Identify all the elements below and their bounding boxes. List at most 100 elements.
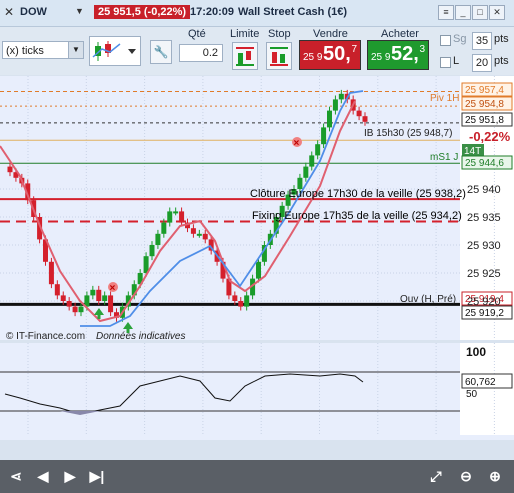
stop-order-button[interactable] <box>266 42 292 70</box>
chevron-down-icon[interactable]: ▼ <box>68 42 83 58</box>
price-tick-label: 25 925 <box>467 268 501 280</box>
sell-price-main: 50, <box>323 43 351 65</box>
sg-points-input[interactable]: 35 <box>472 32 492 50</box>
l-checkbox[interactable] <box>440 57 451 68</box>
close-icon[interactable]: ✕ <box>489 5 505 20</box>
qty-input[interactable]: 0.2 <box>179 44 223 62</box>
stop-label: Stop <box>268 28 291 40</box>
maximize-icon[interactable]: □ <box>472 5 488 20</box>
buy-price-last: 3 <box>419 44 425 55</box>
limit-order-icon <box>236 47 254 66</box>
sell-cross-glyph: × <box>294 138 300 149</box>
zoom-out-icon[interactable]: ⊖ <box>458 468 474 484</box>
indicator-value: 60,762 <box>465 377 496 388</box>
limit-order-button[interactable] <box>232 42 258 70</box>
l-points-input[interactable]: 20 <box>472 54 492 72</box>
candle-body <box>96 289 102 301</box>
sg-label: Sg <box>453 33 467 45</box>
timeframe-tag: 14T <box>464 146 481 157</box>
open-annotation: Ouv (H, Pré) <box>400 294 456 305</box>
candle-body <box>202 233 208 240</box>
qty-label: Qté <box>188 28 206 40</box>
sg-pts-label: pts <box>494 33 509 45</box>
l-pts-label: pts <box>494 55 509 67</box>
ms1-tag: 25 944,6 <box>465 158 504 169</box>
instrument-name: Wall Street Cash (1€) <box>238 6 348 18</box>
candle-body <box>90 289 96 296</box>
candle-body <box>327 110 332 128</box>
menu-icon[interactable]: ≡ <box>438 5 454 20</box>
price-tick-label: 25 920 <box>467 296 501 308</box>
candle-body <box>238 301 244 307</box>
change-pct-tag: -0,22% <box>469 129 511 144</box>
limit-label: Limite <box>230 28 260 40</box>
exchange-icon[interactable]: ✕ <box>4 5 16 19</box>
low-tag: 25 919,2 <box>465 308 504 319</box>
candle-body <box>54 284 60 296</box>
price-tick-label: 25 935 <box>467 212 501 224</box>
price-tick-label: 25 930 <box>467 240 501 252</box>
price-chart[interactable]: × × Clôture Europe 17h30 de la veille (25… <box>0 76 514 440</box>
candle-body <box>315 144 321 156</box>
piv-tag: 25 957,4 <box>465 85 504 96</box>
sg-checkbox[interactable] <box>440 35 451 46</box>
candle-body <box>167 211 173 223</box>
pan-right-icon[interactable]: ▶ <box>62 468 78 484</box>
indicator-area <box>0 343 460 435</box>
time-axis-strip <box>0 435 514 440</box>
candle-body <box>190 228 196 234</box>
last-tag: 25 951,8 <box>465 115 504 126</box>
minimize-icon[interactable]: _ <box>455 5 471 20</box>
close-europe-annotation: Clôture Europe 17h30 de la veille (25 93… <box>250 188 466 200</box>
candle-body <box>179 211 185 223</box>
candle-body <box>60 295 66 301</box>
settings-wrench-icon[interactable]: 🔧 <box>150 40 172 64</box>
candle-body <box>48 261 54 285</box>
candle-body <box>196 233 202 236</box>
buy-price-main: 52, <box>391 43 419 65</box>
candle-body <box>161 222 167 234</box>
candle-body <box>321 127 327 145</box>
candle-body <box>356 110 362 117</box>
buy-arrow-marker-stem <box>97 315 101 319</box>
sell-cross-glyph: × <box>110 283 116 294</box>
interval-select[interactable]: (x) ticks ▼ <box>2 41 84 59</box>
chart-type-button[interactable] <box>89 36 141 66</box>
sell-button[interactable]: 25 9 50, 7 <box>299 40 361 70</box>
buy-price-prefix: 25 9 <box>371 52 391 63</box>
pan-left-icon[interactable]: ◀ <box>35 468 51 484</box>
pivot-annotation: Piv 1H <box>430 93 459 104</box>
ib-annotation: IB 15h30 (25 948,7) <box>364 128 452 139</box>
candle-body <box>155 233 161 245</box>
candlestick-icon <box>92 41 136 61</box>
interval-value: (x) ticks <box>6 45 44 57</box>
sell-label: Vendre <box>313 28 348 40</box>
candle-body <box>7 166 13 173</box>
share-icon[interactable]: ⋖ <box>8 468 24 484</box>
candle-body <box>232 295 238 301</box>
candle-body <box>66 301 72 307</box>
l-label: L <box>453 55 460 67</box>
candle-body <box>244 295 250 307</box>
buy-label: Acheter <box>381 28 419 40</box>
candle-body <box>338 93 344 100</box>
candle-body <box>309 155 315 167</box>
indicator-level-100: 100 <box>466 345 486 359</box>
price-change-badge: 25 951,5 (-0,22%) <box>94 5 191 19</box>
sell-price-prefix: 25 9 <box>303 52 323 63</box>
price-tick-label: 25 940 <box>467 184 501 196</box>
title-bar: ✕ DOW ▼ 25 951,5 (-0,22%) 17:20:09 Wall … <box>0 0 514 27</box>
candle-body <box>362 116 368 122</box>
pan-end-icon[interactable]: ▶| <box>89 468 105 484</box>
candle-body <box>78 306 84 313</box>
zoom-fit-icon[interactable]: ⤢ <box>428 468 444 484</box>
symbol-dropdown-icon[interactable]: ▼ <box>75 6 84 16</box>
sell-price-last: 7 <box>351 44 357 55</box>
ms1-annotation: mS1 J <box>430 152 458 163</box>
zoom-in-icon[interactable]: ⊕ <box>487 468 503 484</box>
symbol-label[interactable]: DOW <box>20 6 47 18</box>
buy-button[interactable]: 25 9 52, 3 <box>367 40 429 70</box>
bottom-bar: ⋖ ◀ ▶ ▶| ⤢ ⊖ ⊕ <box>0 460 514 493</box>
clock-time: 17:20:09 <box>190 6 235 18</box>
watermark-note: Données indicatives <box>96 331 186 342</box>
